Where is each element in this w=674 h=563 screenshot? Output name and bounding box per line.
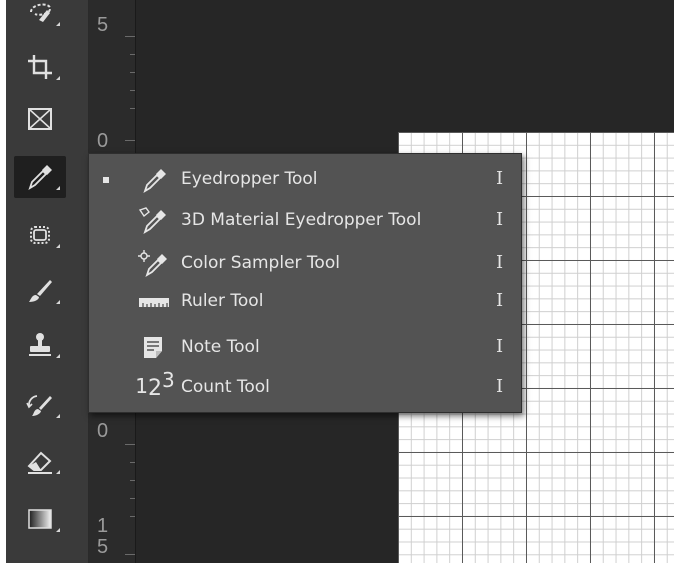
tool-group-indicator	[56, 470, 60, 474]
ruler-label: 0	[97, 130, 109, 152]
menu-item-note-tool[interactable]: Note Tool I	[89, 328, 521, 368]
history-brush-tool-button[interactable]	[14, 384, 66, 426]
3d-material-eyedropper-icon	[127, 206, 179, 236]
ruler-tick	[125, 36, 135, 37]
ruler-tick	[125, 554, 135, 555]
crop-tool-button[interactable]	[14, 46, 66, 88]
ruler-tick	[125, 444, 135, 445]
eyedropper-tool-flyout: Eyedropper Tool I 3D Material Eyedropper…	[88, 153, 522, 413]
menu-item-3d-material-eyedropper-tool[interactable]: 3D Material Eyedropper Tool I	[89, 201, 521, 241]
photoshop-window: 5 0 0 1 5 Eyedropper Tool I 3D Material …	[6, 0, 674, 563]
lasso-icon	[30, 3, 51, 22]
menu-item-shortcut: I	[496, 376, 504, 397]
menu-item-label: Eyedropper Tool	[181, 169, 318, 189]
menu-item-label: Count Tool	[181, 377, 270, 397]
tool-group-indicator	[56, 76, 60, 80]
eyedropper-tool-button[interactable]	[14, 156, 66, 198]
count-icon: 123	[135, 367, 175, 401]
ruler-tick	[130, 498, 135, 499]
ruler-tick	[125, 140, 135, 141]
tool-group-indicator	[56, 528, 60, 532]
menu-item-color-sampler-tool[interactable]: Color Sampler Tool I	[89, 244, 521, 284]
ruler-tick	[130, 90, 135, 91]
history-brush-icon	[26, 395, 52, 416]
menu-item-label: Note Tool	[181, 337, 260, 357]
color-sampler-icon	[127, 249, 179, 279]
tool-group-indicator	[56, 186, 60, 190]
frame-icon	[28, 108, 52, 130]
menu-item-label: Ruler Tool	[181, 291, 264, 311]
crop-icon	[28, 55, 52, 79]
menu-item-ruler-tool[interactable]: Ruler Tool I	[89, 282, 521, 322]
eraser-icon	[27, 451, 52, 474]
note-icon	[127, 333, 179, 363]
ruler-label: 5	[97, 14, 109, 36]
menu-item-shortcut: I	[496, 336, 504, 357]
spot-healing-icon	[30, 226, 50, 244]
menu-item-shortcut: I	[496, 209, 504, 230]
menu-item-shortcut: I	[496, 252, 504, 273]
ruler-tick	[130, 54, 135, 55]
ruler-tick	[130, 462, 135, 463]
lasso-tool-button[interactable]	[14, 0, 66, 34]
selected-tool-indicator	[103, 177, 109, 183]
tool-group-indicator	[56, 244, 60, 248]
tool-group-indicator	[56, 300, 60, 304]
tool-group-indicator	[56, 354, 60, 358]
gradient-tool-button[interactable]	[14, 498, 66, 540]
menu-item-label: Color Sampler Tool	[181, 253, 340, 273]
tools-panel	[6, 0, 89, 563]
ruler-tick	[130, 72, 135, 73]
gradient-icon	[28, 509, 52, 529]
ruler-label: 1	[97, 515, 109, 537]
ruler-tick	[130, 516, 135, 517]
menu-item-shortcut: I	[496, 290, 504, 311]
tool-group-indicator	[56, 22, 60, 26]
spot-healing-tool-button[interactable]	[14, 214, 66, 256]
ruler-icon	[127, 287, 179, 317]
menu-item-label: 3D Material Eyedropper Tool	[181, 210, 422, 230]
eraser-tool-button[interactable]	[14, 440, 66, 482]
ruler-label: 0	[97, 420, 109, 442]
ruler-tick	[130, 480, 135, 481]
brush-tool-button[interactable]	[14, 270, 66, 312]
brush-icon	[29, 280, 52, 302]
eyedropper-icon	[28, 165, 52, 191]
ruler-tick	[130, 108, 135, 109]
clone-stamp-icon	[29, 333, 51, 356]
tool-group-indicator	[56, 414, 60, 418]
menu-item-shortcut: I	[496, 168, 504, 189]
menu-item-eyedropper-tool[interactable]: Eyedropper Tool I	[89, 160, 521, 200]
eyedropper-icon	[127, 165, 179, 195]
clone-stamp-tool-button[interactable]	[14, 324, 66, 366]
menu-item-count-tool[interactable]: 123 Count Tool I	[89, 368, 521, 408]
frame-tool-button[interactable]	[14, 98, 66, 140]
ruler-label: 5	[97, 536, 109, 558]
